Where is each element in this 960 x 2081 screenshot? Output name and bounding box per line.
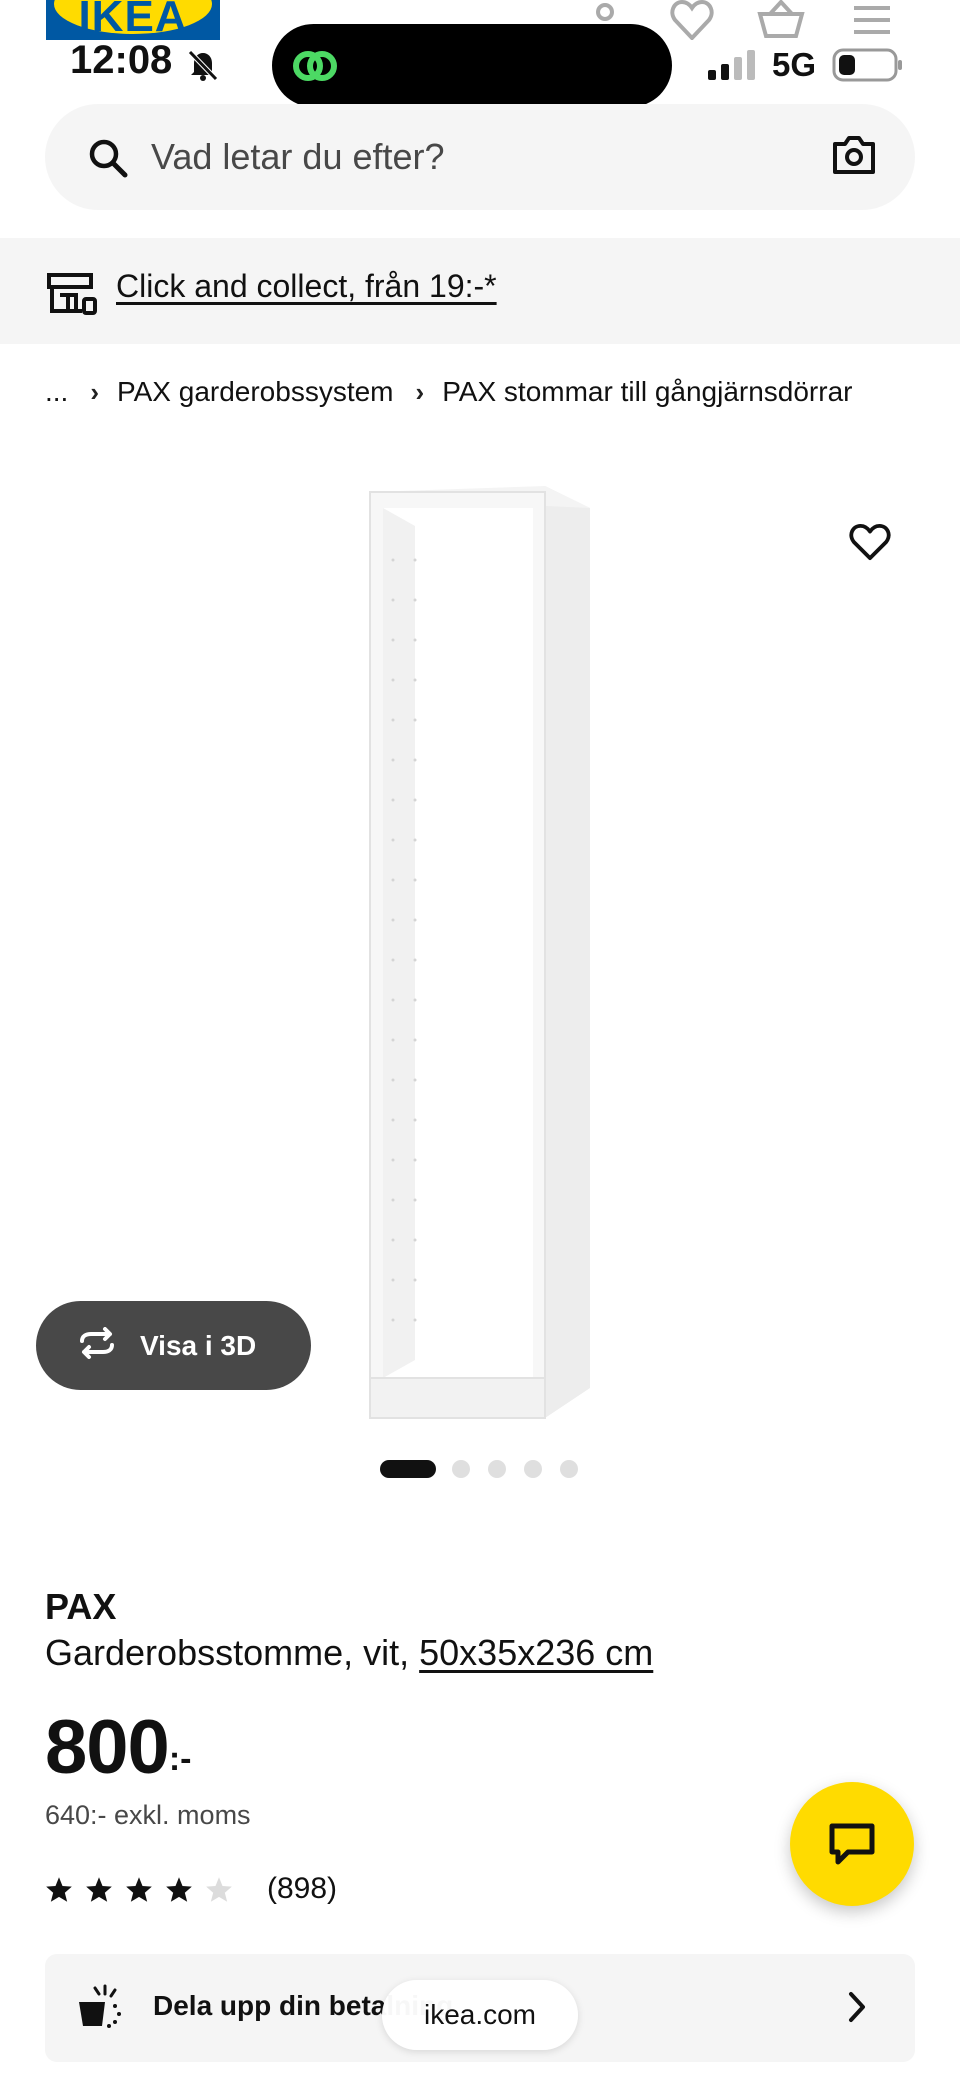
pagination-dot[interactable] (524, 1460, 542, 1478)
split-payment-icon (75, 1984, 125, 2035)
chevron-right-icon: › (90, 376, 100, 407)
search-icon[interactable] (87, 137, 129, 184)
product-type: Garderobsstomme, vit, (45, 1632, 410, 1673)
store-icon (46, 271, 98, 320)
breadcrumb-item[interactable]: PAX garderobssystem (117, 376, 394, 408)
price-value: 800 (45, 1705, 170, 1790)
battery-icon (832, 48, 904, 87)
favorite-button[interactable] (840, 512, 900, 572)
breadcrumb-item[interactable]: ... (45, 376, 68, 408)
price-ex-vat: 640:- exkl. moms (45, 1800, 251, 1830)
pagination-dot[interactable] (560, 1460, 578, 1478)
pagination-dot[interactable] (488, 1460, 506, 1478)
menu-icon[interactable] (852, 0, 892, 41)
cart-icon[interactable] (756, 0, 806, 45)
product-size-link[interactable]: 50x35x236 cm (419, 1632, 653, 1673)
bell-off-icon (186, 48, 220, 87)
click-and-collect-link[interactable]: Click and collect, från 19:-* (116, 268, 497, 305)
product-description: Garderobsstomme, vit, 50x35x236 cm (45, 1632, 653, 1674)
camera-icon[interactable] (831, 134, 877, 181)
click-and-collect-bar: Click and collect, från 19:-* (0, 238, 960, 344)
breadcrumb-item[interactable]: PAX stommar till gångjärnsdörrar (442, 376, 852, 408)
network-label: 5G (772, 46, 817, 83)
browser-url-bar[interactable]: ikea.com (382, 1980, 578, 2050)
chat-icon (829, 1823, 875, 1865)
product-rating[interactable]: (898) (45, 1872, 337, 1906)
pagination-dot[interactable] (452, 1460, 470, 1478)
breadcrumb: ... › PAX garderobssystem › PAX stommar … (45, 372, 852, 412)
dynamic-island (272, 24, 672, 107)
status-time: 12:08 (70, 38, 173, 82)
signal-icon (708, 48, 758, 85)
heart-icon (849, 523, 891, 561)
chevron-right-icon: › (415, 376, 425, 407)
star-filled-icon (86, 1876, 112, 1902)
star-filled-icon (126, 1876, 152, 1902)
star-filled-icon (46, 1876, 72, 1902)
browser-url: ikea.com (423, 1999, 537, 2030)
search-input[interactable] (151, 128, 751, 186)
review-count[interactable]: (898) (267, 1872, 337, 1906)
rotate-3d-icon (74, 1327, 120, 1364)
view-in-3d-button[interactable]: Visa i 3D (36, 1301, 311, 1390)
price-suffix: :- (168, 1740, 192, 1778)
star-filled-icon (166, 1876, 192, 1902)
star-empty-icon (206, 1876, 232, 1902)
product-name: PAX (45, 1586, 117, 1627)
gallery-pagination (380, 1460, 596, 1478)
search-bar (45, 104, 915, 210)
product-gallery[interactable]: Visa i 3D (0, 440, 960, 1440)
ikea-logo[interactable]: IKEA (46, 0, 220, 40)
pagination-dot-active[interactable] (380, 1460, 436, 1478)
link-app-icon (290, 44, 340, 93)
chevron-right-icon (847, 1990, 867, 2029)
view-in-3d-label: Visa i 3D (140, 1329, 257, 1361)
heart-icon[interactable] (670, 0, 714, 45)
chat-button[interactable] (790, 1782, 914, 1906)
product-image (369, 486, 590, 1419)
product-price: 800 :- (45, 1708, 191, 1788)
